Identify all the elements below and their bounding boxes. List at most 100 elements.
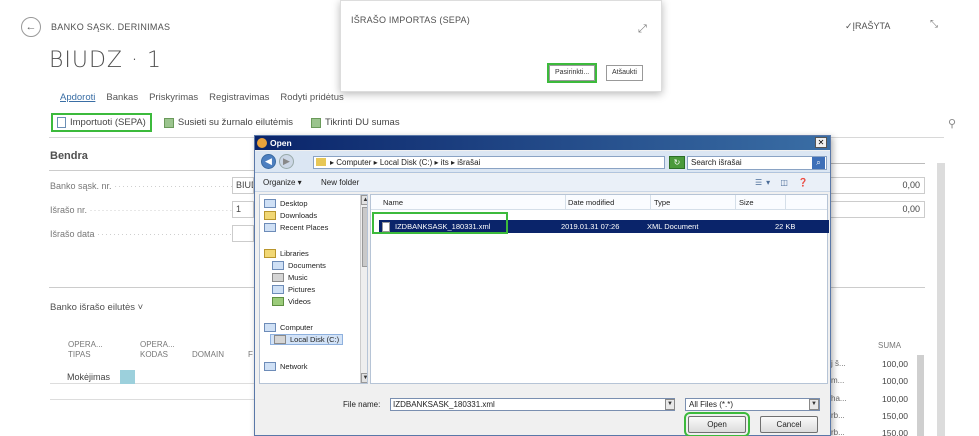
nav-item-computer[interactable]: Computer	[264, 323, 313, 332]
nav-scrollbar[interactable]: ▲ ▼	[360, 195, 367, 383]
collapse-icon[interactable]: ⤡	[930, 19, 938, 30]
nav-item-recent[interactable]: Recent Places	[264, 223, 328, 232]
forward-icon[interactable]: ▶	[279, 154, 294, 169]
col-header-code[interactable]: OPERA... KODAS	[140, 340, 180, 360]
chevron-down-icon[interactable]: ▼	[665, 399, 675, 410]
table-row[interactable]	[50, 384, 255, 400]
file-row-details[interactable]: 2019.01.31 07:26 XML Document 22 KB	[499, 220, 829, 233]
divider	[565, 195, 566, 210]
close-icon[interactable]: ✕	[815, 137, 827, 148]
right-value-2[interactable]: 0,00	[830, 201, 925, 218]
suma-value[interactable]: 100,00	[848, 359, 908, 369]
tab-apdoroti[interactable]: Apdoroti	[60, 92, 95, 103]
nav-item-desktop[interactable]: Desktop	[264, 199, 308, 208]
open-button[interactable]: Open	[684, 412, 750, 436]
tab-bankas[interactable]: Bankas	[106, 92, 138, 103]
link-journal-button[interactable]: Susieti su žurnalo eilutėmis	[160, 115, 297, 130]
file-name-cell[interactable]: IZDBANKSASK_180331.xml	[379, 220, 499, 233]
view-options-icon[interactable]: ☰▾ ◫ ❓	[755, 178, 812, 187]
file-type-filter[interactable]: All Files (*.*)	[685, 398, 820, 411]
browser-icon	[257, 138, 267, 148]
divider	[830, 163, 925, 164]
dialog-titlebar: Open	[255, 136, 830, 150]
row-fragment: j š...	[831, 359, 846, 368]
nav-item-videos[interactable]: Videos	[272, 297, 311, 306]
scroll-thumb[interactable]	[362, 207, 367, 267]
check-du-button[interactable]: Tikrinti DU sumas	[307, 115, 404, 130]
nav-item-music[interactable]: Music	[272, 273, 308, 282]
scroll-down-icon[interactable]: ▼	[361, 373, 367, 383]
select-button[interactable]: Pasirinkti...	[546, 63, 598, 83]
computer-icon	[264, 323, 276, 332]
scroll-up-icon[interactable]: ▲	[361, 195, 367, 205]
refresh-icon[interactable]: ↻	[669, 156, 685, 169]
chevron-down-icon[interactable]: ▼	[809, 399, 819, 410]
cancel-button[interactable]: Atšaukti	[606, 65, 643, 81]
nav-item-downloads[interactable]: Downloads	[264, 211, 317, 220]
downloads-icon	[264, 211, 276, 220]
tab-priskyrimas[interactable]: Priskyrimas	[149, 92, 198, 103]
tab-registravimas[interactable]: Registravimas	[209, 92, 269, 103]
page-title: BIUDZ · 1	[49, 48, 162, 73]
back-arrow-icon[interactable]: ←	[21, 17, 41, 37]
row-type-cell[interactable]: Mokėjimas	[67, 372, 110, 382]
col-header-type[interactable]: OPERA... TIPAS	[68, 340, 108, 360]
col-header-f[interactable]: F	[248, 350, 253, 360]
field-statement-date[interactable]	[232, 225, 254, 242]
nav-item-network[interactable]: Network	[264, 362, 308, 371]
cancel-button[interactable]: Cancel	[760, 416, 818, 433]
field-bank-account[interactable]: BIUD	[232, 177, 254, 194]
page-scrollbar[interactable]	[937, 163, 945, 436]
row-code-cell[interactable]	[120, 370, 135, 384]
breadcrumb[interactable]: ▸ Computer ▸ Local Disk (C:) ▸ its ▸ išr…	[313, 156, 717, 169]
row-fragment: ha...	[831, 394, 847, 403]
col-name[interactable]: Name	[383, 198, 403, 207]
right-value-1[interactable]: 0,00	[830, 177, 925, 194]
col-type[interactable]: Type	[654, 198, 670, 207]
back-icon[interactable]: ◀	[261, 154, 276, 169]
expand-icon[interactable]: ⤢	[638, 23, 647, 36]
import-sepa-label: Importuoti (SEPA)	[70, 117, 146, 128]
suma-value[interactable]: 100,00	[848, 394, 908, 404]
import-sepa-button[interactable]: Importuoti (SEPA)	[51, 113, 152, 132]
col-header-domain[interactable]: DOMAIN	[192, 350, 224, 360]
suma-value[interactable]: 150,00	[848, 428, 908, 436]
file-list-header: Name Date modified Type Size	[371, 195, 827, 210]
file-row[interactable]: IZDBANKSASK_180331.xml 2019.01.31 07:26 …	[379, 220, 829, 233]
col-date[interactable]: Date modified	[568, 198, 614, 207]
file-list: Name Date modified Type Size IZDBANKSASK…	[370, 194, 829, 384]
lines-section-title[interactable]: Banko išrašo eilutės ˅	[50, 302, 143, 313]
libraries-icon	[264, 249, 276, 258]
menu-tabs: Apdoroti Bankas Priskyrimas Registravima…	[60, 92, 344, 103]
organize-menu[interactable]: Organize ▾	[263, 178, 302, 187]
file-type: XML Document	[647, 222, 699, 231]
suma-value[interactable]: 150,00	[848, 411, 908, 421]
videos-icon	[272, 297, 284, 306]
new-folder-button[interactable]: New folder	[321, 178, 359, 187]
pin-icon[interactable]: ⚲	[948, 117, 956, 130]
row-fragment: m...	[831, 376, 845, 385]
field-statement-no[interactable]: 1	[232, 201, 254, 218]
divider	[49, 170, 259, 171]
nav-item-documents[interactable]: Documents	[272, 261, 326, 270]
suma-value[interactable]: 100,00	[848, 376, 908, 386]
sepa-dialog-title: IŠRAŠO IMPORTAS (SEPA)	[351, 15, 470, 25]
file-name-field[interactable]: IZDBANKSASK_180331.xml	[390, 398, 675, 411]
col-header-suma[interactable]: SUMA	[878, 341, 901, 350]
search-placeholder: Search išrašai	[691, 158, 742, 167]
search-input[interactable]: Search išrašai ⌕	[687, 156, 827, 170]
lines-scrollbar[interactable]	[917, 355, 924, 436]
nav-item-local-disk[interactable]: Local Disk (C:)	[270, 334, 344, 345]
divider	[49, 287, 259, 288]
dialog-title: Open	[270, 138, 292, 148]
search-icon[interactable]: ⌕	[812, 157, 825, 169]
desktop-icon	[264, 199, 276, 208]
section-title-general: Bendra	[50, 150, 88, 162]
nav-item-libraries[interactable]: Libraries	[264, 249, 309, 258]
tab-rodyti-pridetus[interactable]: Rodyti pridėtus	[280, 92, 343, 103]
address-bar: ◀ ▶ ▸ Computer ▸ Local Disk (C:) ▸ its ▸…	[255, 151, 830, 173]
open-file-dialog: Open ✕ ◀ ▶ ▸ Computer ▸ Local Disk (C:) …	[254, 135, 831, 436]
nav-item-pictures[interactable]: Pictures	[272, 285, 315, 294]
col-size[interactable]: Size	[739, 198, 754, 207]
breadcrumb-path: ▸ Computer ▸ Local Disk (C:) ▸ its ▸ išr…	[330, 158, 481, 167]
